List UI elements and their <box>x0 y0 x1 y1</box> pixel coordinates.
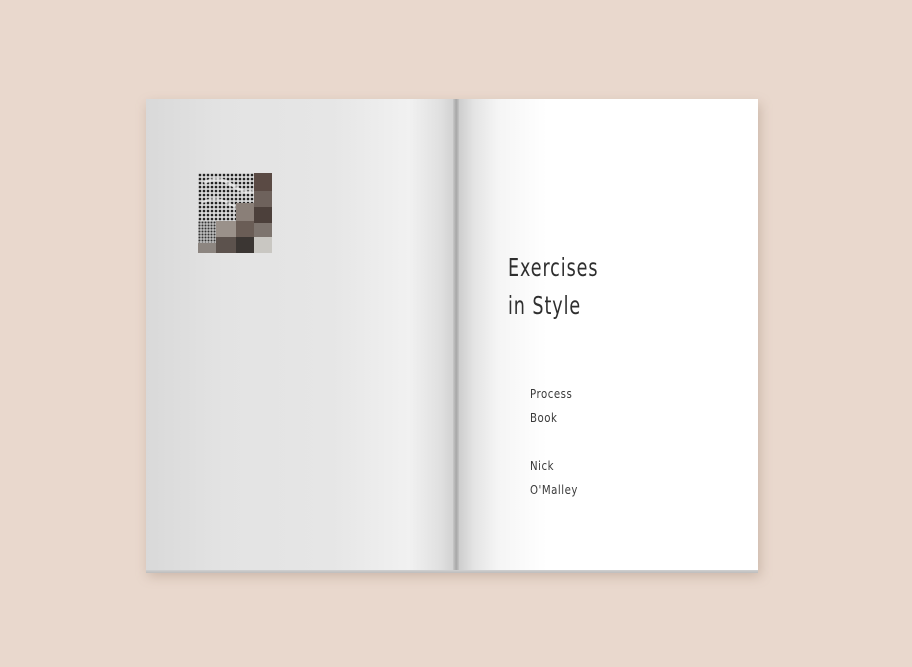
title-line-2: in Style <box>508 291 582 320</box>
subtitle-line-1: Process <box>530 387 573 401</box>
author-line-2: O'Malley <box>530 483 578 497</box>
book-meta: Process Book Nick O'Malley <box>530 382 578 502</box>
book-title: Exercises in Style <box>508 249 598 325</box>
page-edge <box>146 570 758 573</box>
title-line-1: Exercises <box>508 253 599 282</box>
author-line-1: Nick <box>530 459 555 473</box>
meta-spacer <box>530 430 578 454</box>
pixelated-image <box>198 173 272 253</box>
left-page <box>146 99 456 573</box>
book-gutter <box>453 99 459 573</box>
right-page <box>456 99 758 573</box>
subtitle-line-2: Book <box>530 411 558 425</box>
open-book: Exercises in Style Process Book Nick O'M… <box>146 99 758 573</box>
